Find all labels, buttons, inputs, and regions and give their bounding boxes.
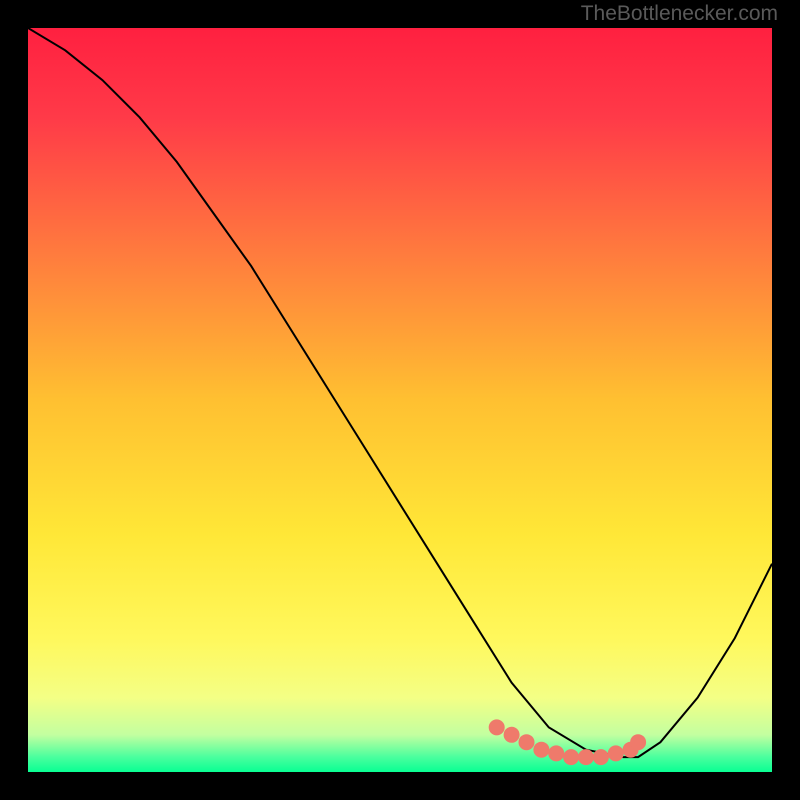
marker-dot bbox=[630, 734, 646, 750]
chart-svg bbox=[28, 28, 772, 772]
marker-dot bbox=[504, 727, 520, 743]
marker-dot bbox=[593, 749, 609, 765]
chart-canvas bbox=[28, 28, 772, 772]
marker-dot bbox=[519, 734, 535, 750]
marker-dot bbox=[533, 742, 549, 758]
watermark-text: TheBottlenecker.com bbox=[581, 2, 778, 26]
marker-dot bbox=[548, 745, 564, 761]
marker-dot bbox=[563, 749, 579, 765]
marker-dot bbox=[578, 749, 594, 765]
marker-dot bbox=[489, 719, 505, 735]
marker-dot bbox=[608, 745, 624, 761]
gradient-background bbox=[28, 28, 772, 772]
